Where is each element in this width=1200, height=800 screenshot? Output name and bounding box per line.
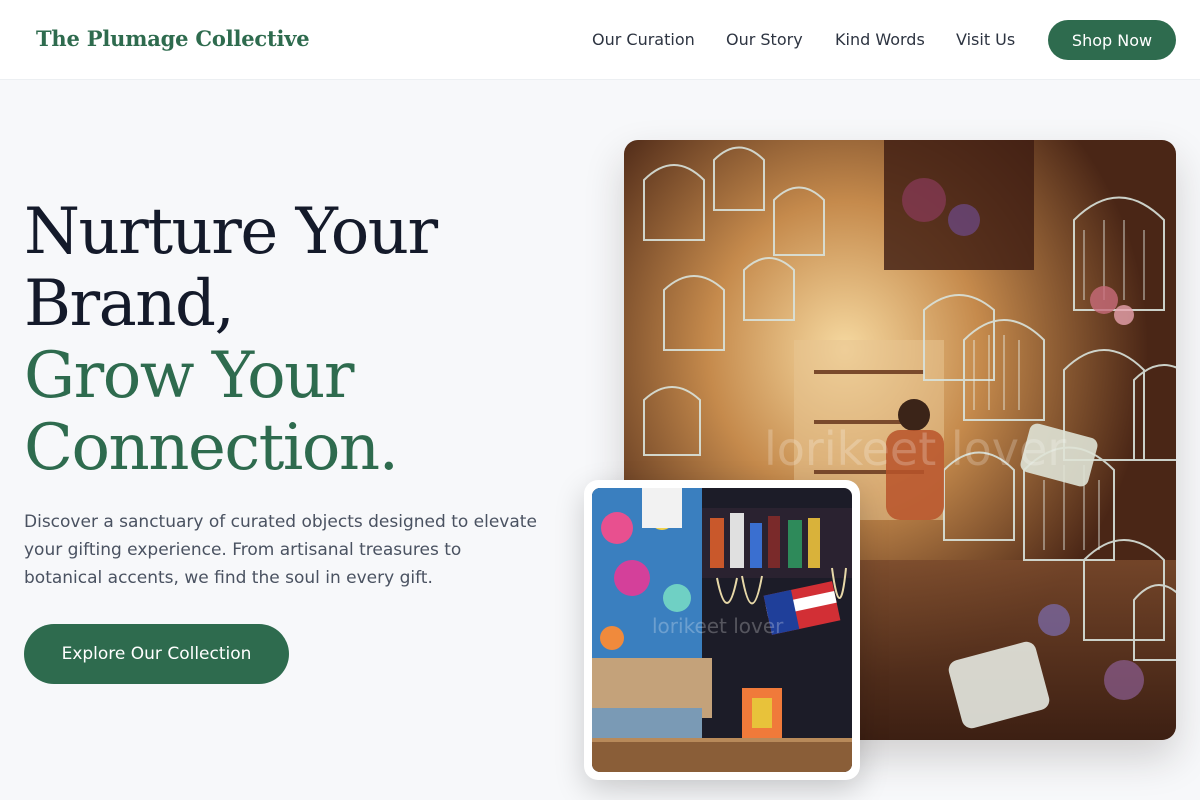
explore-collection-button[interactable]: Explore Our Collection — [24, 624, 289, 684]
shop-now-button[interactable]: Shop Now — [1048, 20, 1176, 60]
inset-image-watermark: lorikeet lover — [652, 614, 784, 638]
nav-our-story[interactable]: Our Story — [726, 30, 803, 49]
headline-line-3: Grow Your — [24, 339, 354, 413]
nav-visit-us[interactable]: Visit Us — [956, 30, 1015, 49]
hero-inset-image: lorikeet lover — [592, 488, 852, 772]
nav-kind-words[interactable]: Kind Words — [835, 30, 925, 49]
site-header: The Plumage Collective Our Curation Our … — [0, 0, 1200, 80]
nav-our-curation[interactable]: Our Curation — [592, 30, 695, 49]
brand-logo[interactable]: The Plumage Collective — [36, 26, 310, 51]
hero-description: Discover a sanctuary of curated objects … — [24, 512, 537, 588]
headline-line-4: Connection. — [24, 411, 399, 485]
hero-inset-card: lorikeet lover — [584, 480, 860, 780]
hero-headline: Nurture Your Brand, Grow Your Connection… — [24, 196, 584, 484]
headline-line-2: Brand, — [24, 267, 235, 341]
headline-line-1: Nurture Your — [24, 195, 438, 269]
main-image-watermark: lorikeet lover — [764, 422, 1066, 476]
